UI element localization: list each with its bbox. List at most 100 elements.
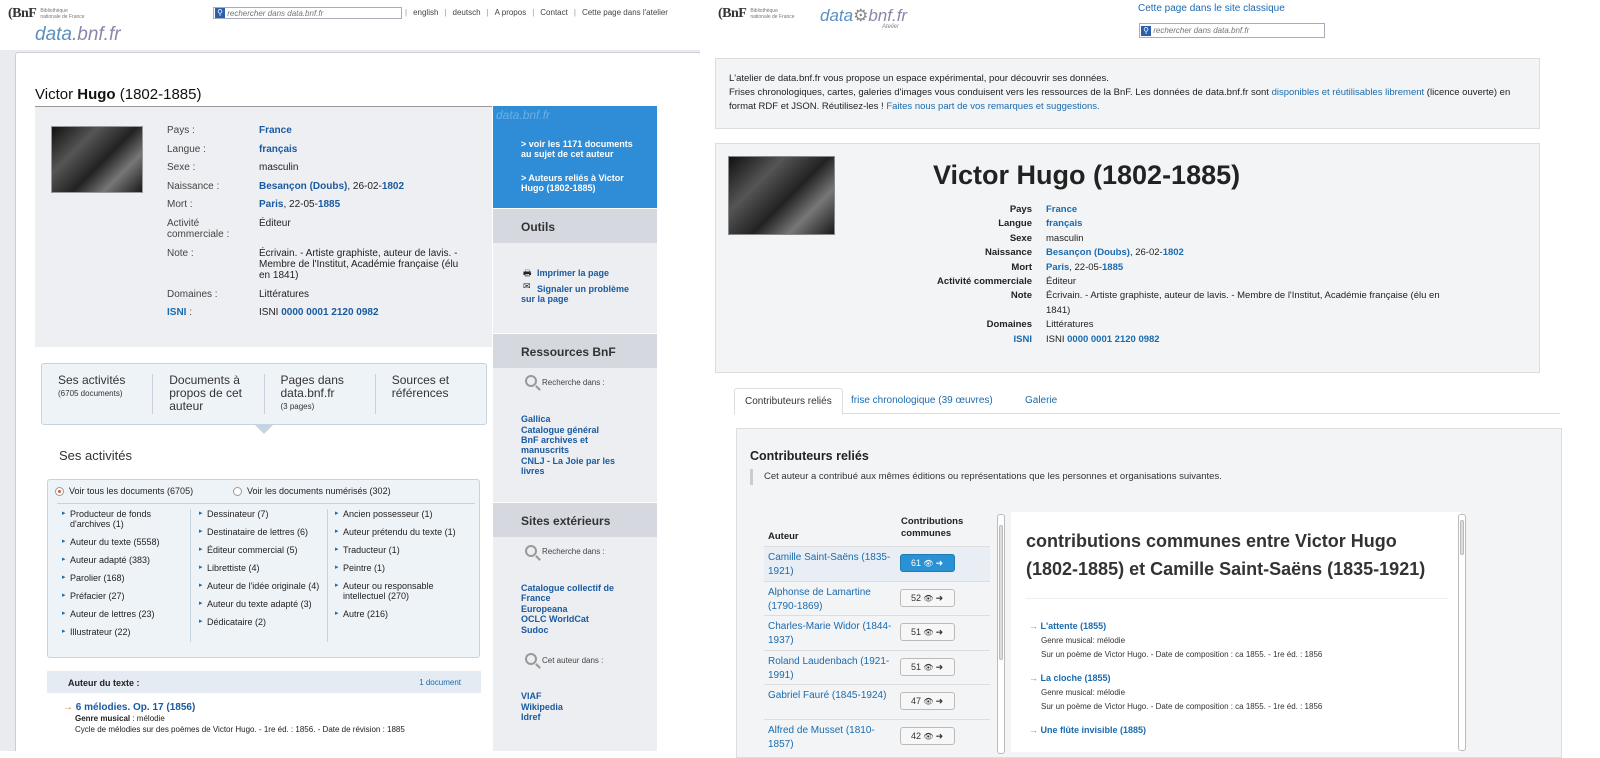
work-title-link[interactable]: La cloche (1855): [1029, 673, 1322, 683]
data-bnf-logo[interactable]: data.bnf.fr: [35, 24, 121, 46]
contributor-name-link[interactable]: Camille Saint-Saëns (1835-1921): [768, 551, 898, 579]
contributions-button[interactable]: 51 👁 ➜: [900, 623, 955, 642]
radio-unselected[interactable]: [233, 487, 242, 497]
filter-item[interactable]: Auteur adapté (383): [62, 555, 189, 565]
filter-item[interactable]: Destinataire de lettres (6): [199, 527, 326, 537]
filter-item[interactable]: Illustrateur (22): [62, 627, 189, 637]
table-row[interactable]: Roland Laudenbach (1921-1991) 51 👁 ➜: [764, 649, 990, 685]
radio-selected[interactable]: [55, 487, 64, 497]
viaf-link[interactable]: VIAF: [521, 691, 542, 701]
link-contact[interactable]: Contact: [540, 8, 568, 17]
filter-item[interactable]: Auteur de lettres (23): [62, 609, 189, 619]
table-row[interactable]: Gabriel Fauré (1845-1924) 47 👁 ➜: [764, 684, 990, 719]
author-photo[interactable]: [728, 156, 835, 235]
contributions-button[interactable]: 51 👁 ➜: [900, 657, 955, 676]
work-title-link[interactable]: Une flûte invisible (1885): [1029, 725, 1147, 735]
idref-link[interactable]: Idref: [521, 712, 541, 722]
table-row[interactable]: Charles-Marie Widor (1844-1937) 51 👁 ➜: [764, 615, 990, 650]
tab-sources[interactable]: Sources et références: [376, 374, 486, 414]
author-photo[interactable]: [51, 126, 143, 193]
related-authors-link[interactable]: > Auteurs reliés à Victor Hugo (1802-188…: [521, 173, 641, 193]
filter-item[interactable]: Auteur du texte (5558): [62, 537, 189, 547]
link-english[interactable]: english: [413, 8, 438, 17]
radio-all-documents[interactable]: Voir tous les documents (6705): [55, 486, 193, 497]
open-data-link[interactable]: disponibles et réutilisables librement: [1272, 87, 1425, 98]
language-link[interactable]: français: [259, 144, 297, 155]
contributor-name-link[interactable]: Roland Laudenbach (1921-1991): [768, 655, 898, 683]
report-problem-link[interactable]: Signaler un problème sur la page: [521, 284, 631, 304]
search-icon[interactable]: ⚲: [1141, 25, 1152, 36]
contributions-button[interactable]: 52 👁 ➜: [900, 588, 955, 607]
gallica-link[interactable]: Gallica: [521, 414, 551, 424]
table-row[interactable]: Alfred de Musset (1810-1857) 42 👁 ➜: [764, 719, 990, 754]
country-link[interactable]: France: [259, 125, 292, 136]
cnlj-link[interactable]: CNLJ - La Joie par les livres: [521, 456, 626, 476]
wikipedia-link[interactable]: Wikipedia: [521, 702, 563, 712]
filter-item[interactable]: Producteur de fonds d'archives (1): [62, 509, 189, 529]
filter-item[interactable]: Préfacier (27): [62, 591, 189, 601]
isni-link[interactable]: 0000 0001 2120 0982: [1067, 334, 1159, 345]
contributions-button[interactable]: 47 👁 ➜: [900, 692, 955, 711]
birth-year-link[interactable]: 1802: [382, 181, 404, 192]
filter-item[interactable]: Auteur ou responsable intellectuel (270): [335, 581, 465, 601]
ccfr-link[interactable]: Catalogue collectif de France: [521, 583, 626, 603]
death-year-link[interactable]: 1885: [318, 199, 340, 210]
isni-label-link[interactable]: ISNI: [167, 307, 186, 318]
link-about[interactable]: A propos: [495, 8, 527, 17]
bnf-archives-link[interactable]: BnF archives et manuscrits: [521, 435, 621, 455]
search-box[interactable]: ⚲: [213, 7, 402, 19]
contributor-name-link[interactable]: Gabriel Fauré (1845-1924): [768, 689, 898, 703]
search-input[interactable]: [227, 8, 401, 18]
table-row[interactable]: Alphonse de Lamartine (1790-1869) 52 👁 ➜: [764, 580, 990, 616]
isni-label-link[interactable]: ISNI: [1014, 334, 1032, 345]
language-link[interactable]: français: [1046, 218, 1082, 229]
data-bnf-atelier-logo[interactable]: data⚙bnf.fr: [820, 6, 907, 26]
filter-item[interactable]: Éditeur commercial (5): [199, 545, 326, 555]
tab-pages[interactable]: Pages dans data.bnf.fr (3 pages): [265, 374, 376, 414]
filter-item[interactable]: Auteur du texte adapté (3): [199, 599, 326, 609]
tab-activities[interactable]: Ses activités (6705 documents): [42, 374, 154, 414]
filter-item[interactable]: Dessinateur (7): [199, 509, 326, 519]
country-link[interactable]: France: [1046, 204, 1077, 215]
search-icon[interactable]: ⚲: [215, 8, 226, 18]
radio-digitized-documents[interactable]: Voir les documents numérisés (302): [233, 486, 391, 497]
result-title-link[interactable]: 6 mélodies. Op. 17 (1856): [63, 702, 196, 713]
birth-place-link[interactable]: Besançon (Doubs): [1046, 247, 1130, 258]
work-title-link[interactable]: L'attente (1855): [1029, 621, 1322, 631]
tab-related-contributors[interactable]: Contributeurs reliés: [734, 388, 843, 415]
isni-link[interactable]: 0000 0001 2120 0982: [281, 307, 378, 318]
filter-item[interactable]: Auteur prétendu du texte (1): [335, 527, 465, 537]
worldcat-link[interactable]: OCLC WorldCat: [521, 614, 589, 624]
table-scrollbar[interactable]: [997, 514, 1005, 754]
classic-site-link[interactable]: Cette page dans le site classique: [1138, 3, 1285, 14]
death-place-link[interactable]: Paris: [259, 199, 283, 210]
print-link[interactable]: Imprimer la page: [537, 268, 609, 278]
contributions-button[interactable]: 61 👁 ➜: [900, 554, 955, 572]
sudoc-link[interactable]: Sudoc: [521, 625, 549, 635]
filter-item[interactable]: Dédicataire (2): [199, 617, 326, 627]
catalogue-general-link[interactable]: Catalogue général: [521, 425, 599, 435]
filter-item[interactable]: Ancien possesseur (1): [335, 509, 465, 519]
tab-documents-about[interactable]: Documents à propos de cet auteur: [153, 374, 265, 414]
search-input[interactable]: [1153, 26, 1324, 35]
search-box[interactable]: ⚲: [1139, 23, 1325, 38]
filter-item[interactable]: Auteur de l'idée originale (4): [199, 581, 326, 591]
contributions-button[interactable]: 42 👁 ➜: [900, 727, 955, 745]
result-count-link[interactable]: 1 document: [419, 678, 461, 687]
death-year-link[interactable]: 1885: [1102, 262, 1123, 273]
contributor-name-link[interactable]: Alphonse de Lamartine (1790-1869): [768, 586, 898, 614]
filter-item[interactable]: Traducteur (1): [335, 545, 465, 555]
feedback-link[interactable]: Faites nous part de vos remarques et sug…: [886, 101, 1099, 112]
filter-item[interactable]: Librettiste (4): [199, 563, 326, 573]
birth-place-link[interactable]: Besançon (Doubs): [259, 181, 347, 192]
bnf-logo[interactable]: (BnF Bibliothèque nationale de France: [718, 6, 798, 22]
contributor-name-link[interactable]: Charles-Marie Widor (1844-1937): [768, 620, 898, 648]
scrollbar-thumb[interactable]: [1460, 520, 1464, 555]
birth-year-link[interactable]: 1802: [1163, 247, 1184, 258]
contributor-name-link[interactable]: Alfred de Musset (1810-1857): [768, 724, 898, 752]
tab-gallery[interactable]: Galerie: [1015, 388, 1067, 415]
filter-item[interactable]: Autre (216): [335, 609, 465, 619]
link-atelier[interactable]: Cette page dans l'atelier: [582, 8, 668, 17]
tab-timeline[interactable]: frise chronologique (39 œuvres): [841, 388, 1003, 415]
bnf-logo[interactable]: (BnF Bibliothèque nationale de France: [8, 6, 88, 22]
